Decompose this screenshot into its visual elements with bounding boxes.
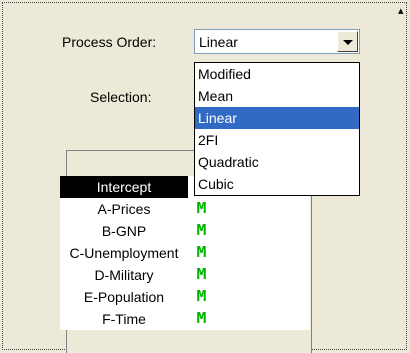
dropdown-option-modified[interactable]: Modified [195,63,359,85]
table-row[interactable]: A-Prices M [60,198,310,220]
selection-label: Selection: [90,89,152,105]
term-name: C-Unemployment [69,245,179,261]
dropdown-option-2fi[interactable]: 2FI [195,129,359,151]
dropdown-option-cubic[interactable]: Cubic [195,173,359,195]
dropdown-option-linear[interactable]: Linear [195,107,359,129]
model-terms-table: Intercept A-Prices M B-GNP M C-Unemploym… [60,176,310,330]
dropdown-option-mean[interactable]: Mean [195,85,359,107]
process-order-combobox[interactable]: Linear [194,29,360,54]
term-name: Intercept [60,176,188,198]
term-name: B-GNP [101,223,147,239]
term-name: E-Population [83,289,165,305]
table-row[interactable]: F-Time M [60,308,310,330]
process-order-label: Process Order: [62,34,157,50]
model-mark-icon[interactable]: M [194,289,209,304]
model-mark-icon[interactable]: M [194,223,209,238]
model-mark-icon[interactable]: M [194,201,209,216]
table-row[interactable]: B-GNP M [60,220,310,242]
term-name: D-Military [94,267,154,283]
table-row[interactable]: E-Population M [60,286,310,308]
scroll-up-icon[interactable]: ▴ [398,4,404,17]
dropdown-option-quadratic[interactable]: Quadratic [195,151,359,173]
table-row[interactable]: C-Unemployment M [60,242,310,264]
model-mark-icon[interactable]: M [194,267,209,282]
process-order-dropdown-list[interactable]: Modified Mean Linear 2FI Quadratic Cubic [194,62,360,196]
chevron-down-icon[interactable] [337,31,358,52]
model-mark-icon[interactable]: M [194,245,209,260]
table-row[interactable]: D-Military M [60,264,310,286]
process-order-value: Linear [199,34,238,50]
term-name: F-Time [102,311,146,327]
term-name: A-Prices [97,201,151,217]
model-mark-icon[interactable]: M [194,311,209,326]
